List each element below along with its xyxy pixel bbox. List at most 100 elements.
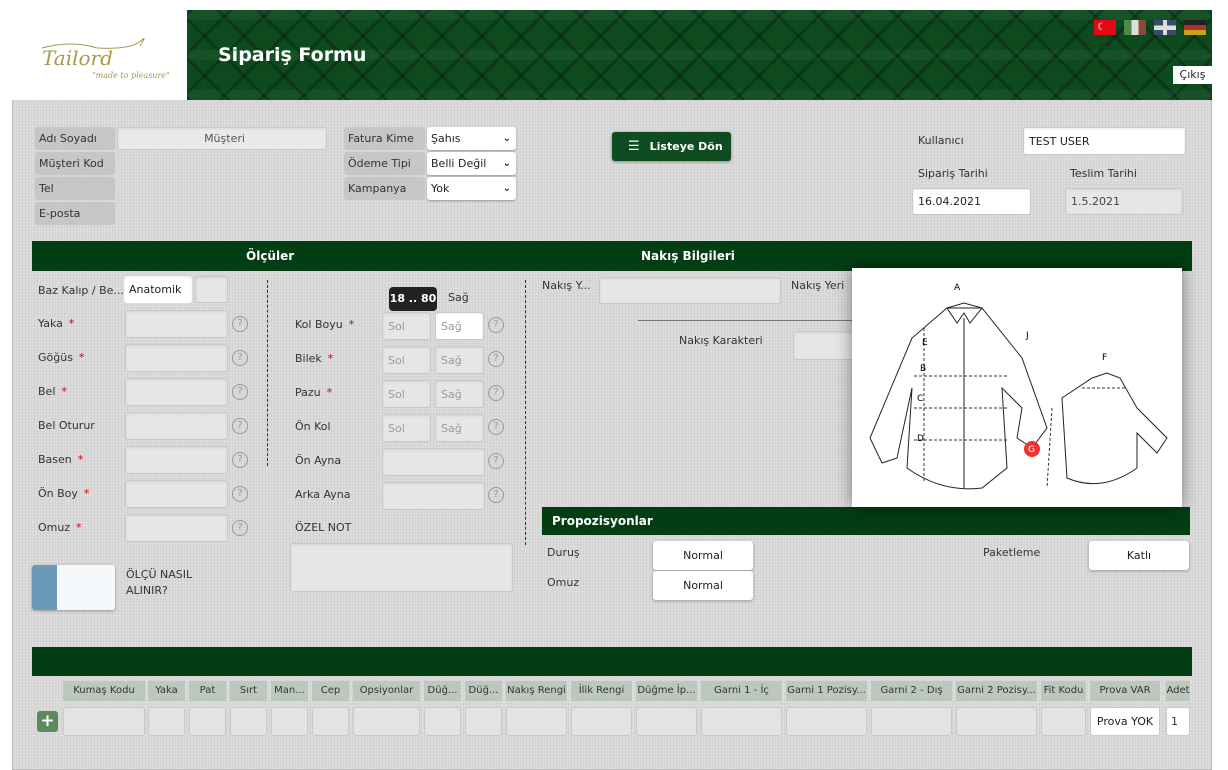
table-cell-input[interactable] bbox=[271, 707, 308, 736]
column-header[interactable]: Cep bbox=[312, 681, 349, 701]
right-measure-field[interactable]: Sağ bbox=[435, 380, 484, 408]
shoulder-button[interactable]: Normal bbox=[653, 571, 753, 600]
help-icon[interactable]: ? bbox=[232, 350, 248, 366]
user-field[interactable]: TEST USER bbox=[1023, 127, 1186, 155]
invoice-select[interactable]: Şahıs ⌄ bbox=[427, 127, 516, 150]
base-pattern-field[interactable]: Anatomik bbox=[124, 276, 192, 303]
help-icon[interactable]: ? bbox=[488, 317, 504, 333]
measurement-field[interactable] bbox=[125, 446, 228, 474]
measurement-field[interactable] bbox=[125, 480, 228, 508]
table-cell-input[interactable] bbox=[871, 707, 952, 736]
logout-button[interactable]: Çıkış bbox=[1173, 66, 1212, 84]
table-cell-input[interactable] bbox=[701, 707, 782, 736]
fabric-table-bar bbox=[32, 647, 1192, 676]
column-header[interactable]: Adet bbox=[1166, 681, 1190, 701]
column-header[interactable]: Man... bbox=[271, 681, 308, 701]
table-cell-input[interactable] bbox=[956, 707, 1037, 736]
measurement-guide-thumbnail[interactable] bbox=[32, 565, 115, 610]
table-cell-input[interactable] bbox=[148, 707, 185, 736]
posture-label: Duruş bbox=[547, 546, 580, 559]
right-measure-field[interactable]: Sağ bbox=[435, 414, 484, 442]
label-f: F bbox=[1102, 353, 1107, 363]
help-icon[interactable]: ? bbox=[232, 418, 248, 434]
table-cell-input[interactable] bbox=[1041, 707, 1086, 736]
measurement-field[interactable] bbox=[125, 344, 228, 372]
column-header[interactable]: Sırt bbox=[230, 681, 267, 701]
fitting-button[interactable]: Prova YOK bbox=[1090, 707, 1160, 736]
measurement-field[interactable] bbox=[125, 412, 228, 440]
help-icon[interactable]: ? bbox=[232, 384, 248, 400]
column-header[interactable]: Garni 1 - İç bbox=[701, 681, 782, 701]
proportions-title: Propozisyonlar bbox=[552, 514, 653, 528]
customer-name-field[interactable]: Müşteri bbox=[117, 127, 327, 150]
table-cell-input[interactable] bbox=[636, 707, 697, 736]
table-cell-input[interactable] bbox=[189, 707, 226, 736]
column-header[interactable]: Düğ... bbox=[465, 681, 502, 701]
right-measure-field[interactable]: Sağ bbox=[435, 312, 484, 340]
add-row-icon[interactable]: + bbox=[37, 711, 58, 732]
flag-german-icon[interactable] bbox=[1184, 20, 1206, 35]
table-cell-input[interactable] bbox=[571, 707, 632, 736]
front-mirror-field[interactable] bbox=[382, 448, 485, 476]
left-measure-field[interactable]: Sol bbox=[382, 380, 431, 408]
left-measure-field[interactable]: Sol bbox=[382, 312, 431, 340]
how-to-measure-link[interactable]: ÖLÇÜ NASIL ALINIR? bbox=[126, 567, 192, 599]
help-icon[interactable]: ? bbox=[232, 452, 248, 468]
column-header[interactable]: Garni 1 Pozisy... bbox=[786, 681, 867, 701]
column-header[interactable]: Pat bbox=[189, 681, 226, 701]
measurement-field[interactable] bbox=[125, 378, 228, 406]
range-tooltip: 18 .. 80 bbox=[389, 287, 437, 311]
table-cell-input[interactable] bbox=[63, 707, 145, 736]
payment-select[interactable]: Belli Değil ⌄ bbox=[427, 152, 516, 175]
campaign-label: Kampanya bbox=[344, 177, 425, 200]
table-cell-input[interactable] bbox=[230, 707, 267, 736]
help-icon[interactable]: ? bbox=[232, 316, 248, 332]
base-pattern-extra-field[interactable] bbox=[195, 276, 228, 303]
right-measure-field[interactable]: Sağ bbox=[435, 346, 484, 374]
flag-turkish-icon[interactable]: ☾ bbox=[1094, 20, 1116, 35]
posture-button[interactable]: Normal bbox=[653, 541, 753, 570]
left-measure-field[interactable]: Sol bbox=[382, 346, 431, 374]
column-header[interactable]: Düğ... bbox=[424, 681, 461, 701]
help-icon[interactable]: ? bbox=[488, 385, 504, 401]
order-date-field[interactable]: 16.04.2021 bbox=[912, 188, 1031, 215]
back-to-list-button[interactable]: ☰ Listeye Dön bbox=[612, 132, 731, 161]
column-header[interactable]: Garni 2 Pozisy... bbox=[956, 681, 1037, 701]
column-header[interactable]: Prova VAR bbox=[1090, 681, 1160, 701]
delivery-date-field[interactable]: 1.5.2021 bbox=[1065, 188, 1183, 215]
column-header[interactable]: Opsiyonlar bbox=[353, 681, 420, 701]
column-header[interactable]: İlik Rengi bbox=[571, 681, 632, 701]
table-cell-input[interactable] bbox=[506, 707, 567, 736]
measurement-field[interactable] bbox=[125, 514, 228, 542]
flag-english-icon[interactable] bbox=[1154, 20, 1176, 35]
special-note-textarea[interactable] bbox=[290, 543, 513, 592]
packing-button[interactable]: Katlı bbox=[1089, 541, 1189, 570]
measurement-field[interactable] bbox=[125, 310, 228, 338]
help-icon[interactable]: ? bbox=[488, 453, 504, 469]
embroidery-text-field[interactable] bbox=[599, 277, 781, 304]
table-cell-input[interactable] bbox=[424, 707, 461, 736]
help-icon[interactable]: ? bbox=[232, 486, 248, 502]
tailord-logo: Tailord "made to pleasure" bbox=[41, 38, 170, 80]
back-mirror-field[interactable] bbox=[382, 482, 485, 510]
campaign-select[interactable]: Yok ⌄ bbox=[427, 177, 516, 200]
help-icon[interactable]: ? bbox=[488, 419, 504, 435]
column-header[interactable]: Kumaş Kodu bbox=[63, 681, 145, 701]
flag-italian-icon[interactable] bbox=[1124, 20, 1146, 35]
table-cell-input[interactable] bbox=[786, 707, 867, 736]
column-header[interactable]: Garni 2 - Dış bbox=[871, 681, 952, 701]
quantity-field[interactable]: 1 bbox=[1166, 707, 1190, 736]
left-measure-field[interactable]: Sol bbox=[382, 414, 431, 442]
column-header[interactable]: Fit Kodu bbox=[1041, 681, 1086, 701]
table-cell-input[interactable] bbox=[465, 707, 502, 736]
chevron-down-icon: ⌄ bbox=[502, 158, 511, 169]
table-cell-input[interactable] bbox=[353, 707, 420, 736]
table-cell-input[interactable] bbox=[312, 707, 349, 736]
measurement-label: Ön Boy * bbox=[38, 487, 89, 500]
help-icon[interactable]: ? bbox=[488, 351, 504, 367]
help-icon[interactable]: ? bbox=[488, 487, 504, 503]
help-icon[interactable]: ? bbox=[232, 520, 248, 536]
column-header[interactable]: Düğme İp... bbox=[636, 681, 697, 701]
column-header[interactable]: Nakış Rengi bbox=[506, 681, 567, 701]
column-header[interactable]: Yaka bbox=[148, 681, 185, 701]
